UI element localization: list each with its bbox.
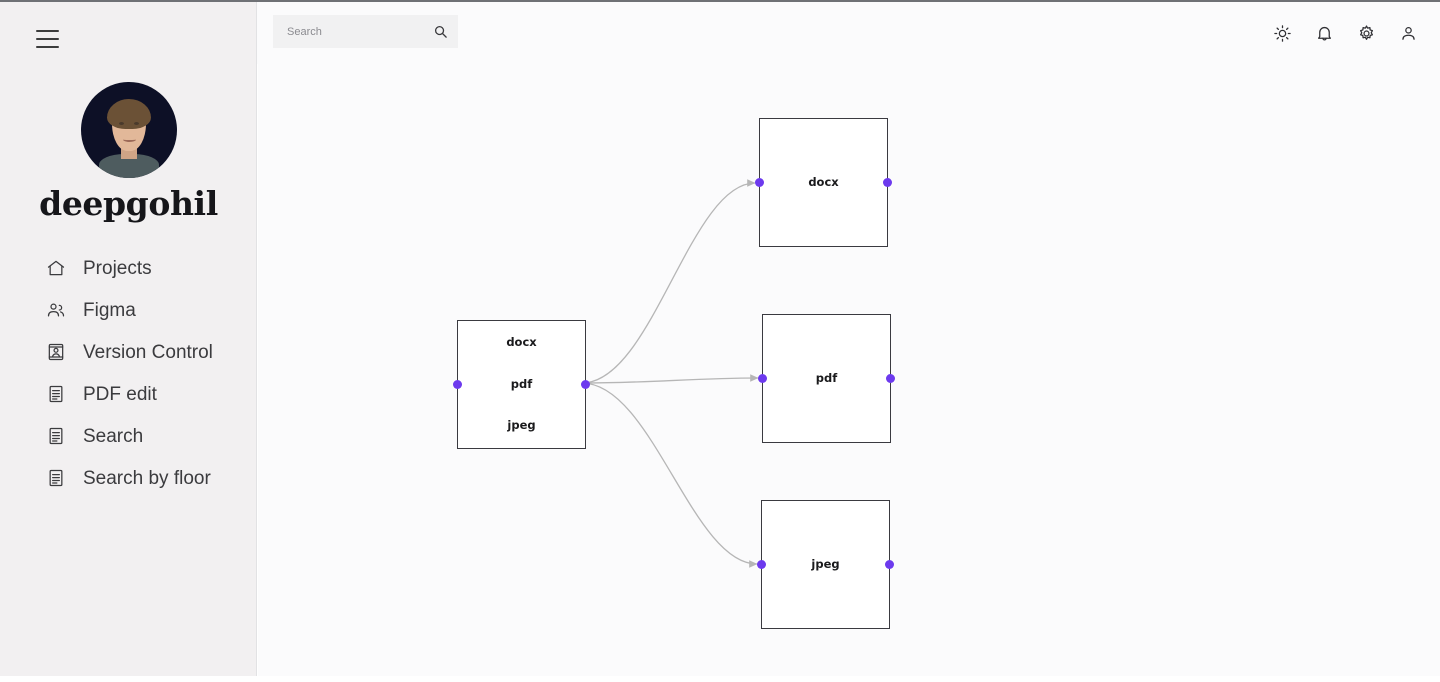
- flow-node-source[interactable]: docx pdf jpeg: [453, 320, 590, 449]
- search-icon[interactable]: [433, 24, 448, 39]
- search-input[interactable]: [287, 25, 433, 38]
- window-top-hairline: [0, 0, 1440, 2]
- sidebar-item-label: Version Control: [83, 341, 213, 363]
- document-icon: [45, 467, 67, 489]
- bell-icon[interactable]: [1310, 19, 1338, 47]
- flow-node-jpeg[interactable]: jpeg: [757, 500, 894, 629]
- node-label: pdf: [510, 376, 533, 391]
- sidebar-item-label: Search by floor: [83, 467, 211, 489]
- avatar[interactable]: [80, 82, 177, 178]
- sidebar: deepgohil Projects Figma Version Control…: [0, 2, 257, 676]
- hamburger-bar: [36, 38, 59, 40]
- node-handle-right[interactable]: [885, 560, 894, 569]
- node-label: jpeg: [811, 556, 840, 571]
- app-root: deepgohil Projects Figma Version Control…: [0, 0, 1440, 682]
- sidebar-item-version-control[interactable]: Version Control: [0, 331, 257, 373]
- node-handle-left[interactable]: [755, 178, 764, 187]
- edge-source-to-docx[interactable]: [581, 179, 756, 384]
- avatar-container: [0, 82, 257, 178]
- node-handle-right[interactable]: [581, 380, 590, 389]
- node-label: pdf: [815, 370, 838, 385]
- node-handle-right[interactable]: [883, 178, 892, 187]
- sidebar-nav: Projects Figma Version Control PDF edit …: [0, 247, 257, 499]
- avatar-eye-left: [118, 122, 124, 125]
- sidebar-item-figma[interactable]: Figma: [0, 289, 257, 331]
- node-handle-left[interactable]: [453, 380, 462, 389]
- people-icon: [45, 299, 67, 321]
- sidebar-item-label: PDF edit: [83, 383, 157, 405]
- node-handle-left[interactable]: [758, 374, 767, 383]
- node-handle-left[interactable]: [757, 560, 766, 569]
- sidebar-item-projects[interactable]: Projects: [0, 247, 257, 289]
- flow-node-docx[interactable]: docx: [755, 118, 892, 247]
- flow-canvas[interactable]: docx pdf jpeg docx pdf jpeg: [258, 64, 1440, 676]
- node-label: docx: [506, 335, 537, 350]
- edge-source-to-jpeg[interactable]: [581, 382, 758, 568]
- sidebar-item-search[interactable]: Search: [0, 415, 257, 457]
- avatar-mouth: [122, 137, 136, 142]
- topbar: [257, 2, 1440, 64]
- node-handle-right[interactable]: [886, 374, 895, 383]
- sidebar-item-search-by-floor[interactable]: Search by floor: [0, 457, 257, 499]
- hamburger-bar: [36, 46, 59, 48]
- hamburger-icon[interactable]: [36, 30, 60, 48]
- username-label: deepgohil: [39, 184, 218, 223]
- avatar-eye-right: [133, 122, 139, 125]
- flow-node-pdf[interactable]: pdf: [758, 314, 895, 443]
- hamburger-bar: [36, 30, 59, 32]
- home-icon: [45, 257, 67, 279]
- node-label: jpeg: [507, 418, 536, 433]
- document-icon: [45, 425, 67, 447]
- sidebar-item-label: Search: [83, 425, 144, 447]
- node-label: docx: [808, 174, 839, 189]
- sidebar-item-pdf-edit[interactable]: PDF edit: [0, 373, 257, 415]
- avatar-hair: [106, 99, 151, 129]
- sidebar-item-label: Figma: [83, 299, 136, 321]
- person-icon[interactable]: [1394, 19, 1422, 47]
- document-icon: [45, 383, 67, 405]
- search-box[interactable]: [273, 15, 458, 48]
- brightness-icon[interactable]: [1268, 19, 1296, 47]
- edge-source-to-pdf[interactable]: [581, 374, 759, 384]
- id-card-icon: [45, 341, 67, 363]
- gear-icon[interactable]: [1352, 19, 1380, 47]
- sidebar-item-label: Projects: [83, 257, 152, 279]
- window-bottom-strip: [0, 676, 1440, 682]
- topbar-actions: [1268, 2, 1430, 64]
